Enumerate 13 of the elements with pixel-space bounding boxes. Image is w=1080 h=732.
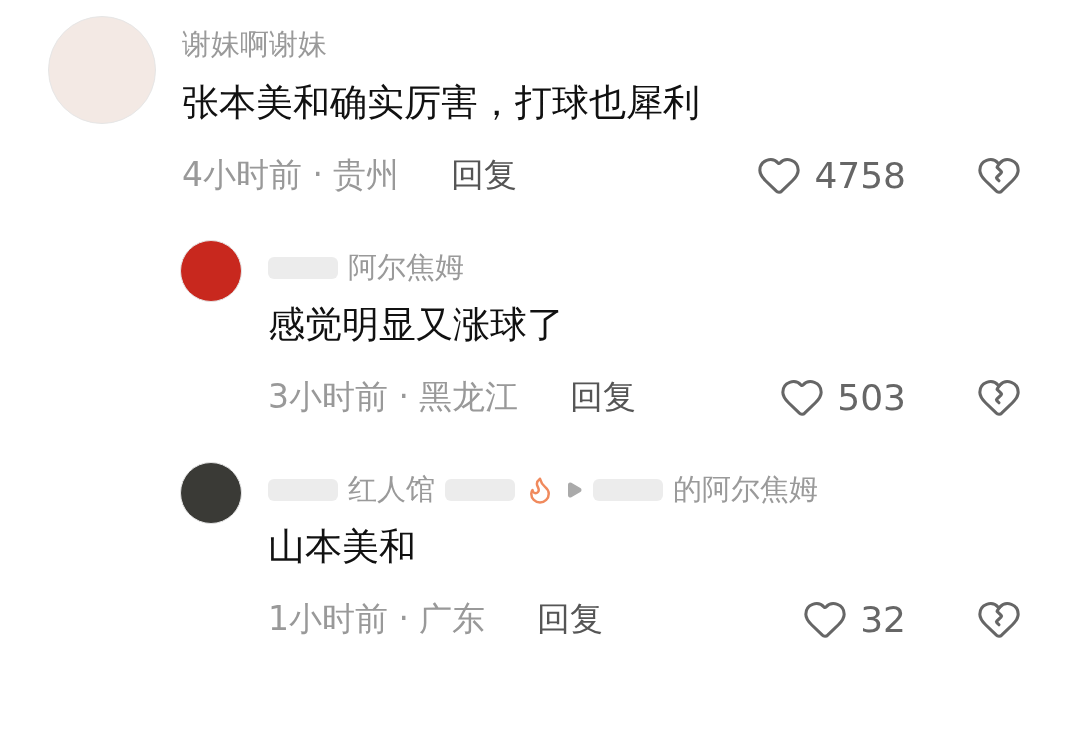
time-location: 4小时前 · 贵州 xyxy=(182,153,400,196)
like-button[interactable]: 503 xyxy=(779,374,906,420)
like-button[interactable]: 32 xyxy=(802,596,906,642)
reply-button[interactable]: 回复 xyxy=(537,596,604,642)
comment-text: 感觉明显又涨球了 xyxy=(268,302,565,348)
like-button[interactable]: 4758 xyxy=(756,152,906,198)
reply-button[interactable]: 回复 xyxy=(451,152,518,198)
time-location: 1小时前 · 广东 xyxy=(268,597,486,640)
arrow-icon xyxy=(565,481,583,499)
reply-button[interactable]: 回复 xyxy=(570,374,637,420)
comment-text: 山本美和 xyxy=(268,524,417,570)
time-location: 3小时前 · 黑龙江 xyxy=(268,375,519,418)
comment-text: 张本美和确实厉害，打球也犀利 xyxy=(182,80,701,126)
